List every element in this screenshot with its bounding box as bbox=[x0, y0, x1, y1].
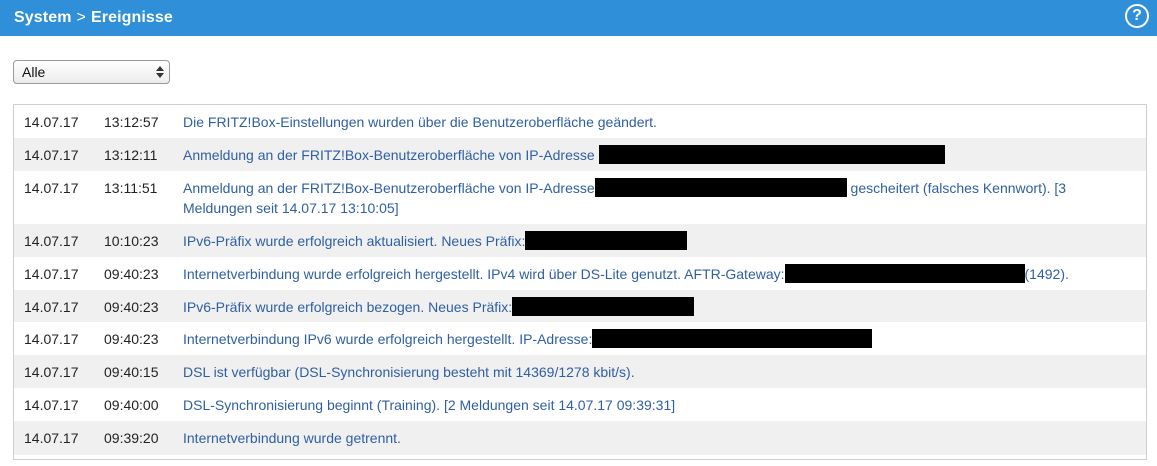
redacted-ip bbox=[598, 145, 945, 164]
event-time: 13:11:51 bbox=[104, 180, 158, 196]
event-row: 14.07.17 10:10:23 IPv6-Präfix wurde erfo… bbox=[14, 224, 1146, 257]
help-icon[interactable]: ? bbox=[1125, 4, 1149, 28]
breadcrumb-parent[interactable]: System bbox=[14, 9, 72, 26]
event-time: 13:12:11 bbox=[104, 147, 158, 163]
event-message-text: Anmeldung an der FRITZ!Box-Benutzeroberf… bbox=[183, 147, 599, 163]
redacted-prefix bbox=[512, 297, 695, 316]
event-time: 09:40:23 bbox=[104, 266, 159, 282]
event-time: 10:10:23 bbox=[104, 233, 159, 249]
event-message-text: IPv6-Präfix wurde erfolgreich bezogen. N… bbox=[183, 299, 513, 315]
event-message-text: Internetverbindung IPv6 wurde erfolgreic… bbox=[183, 331, 593, 347]
event-time: 09:40:23 bbox=[104, 331, 159, 347]
breadcrumb-separator: > bbox=[76, 9, 86, 26]
event-row: 14.07.17 13:12:11 Anmeldung an der FRITZ… bbox=[14, 138, 1146, 171]
redacted-prefix bbox=[525, 231, 688, 250]
event-row: 14.07.17 09:39:20 Internetverbindung wur… bbox=[14, 421, 1146, 455]
event-date: 14.07.17 bbox=[24, 114, 79, 130]
event-time: 13:12:57 bbox=[104, 114, 159, 130]
event-date: 14.07.17 bbox=[24, 180, 79, 196]
event-time: 09:40:23 bbox=[104, 299, 159, 315]
event-message-text: Internetverbindung wurde erfolgreich her… bbox=[183, 266, 785, 282]
top-bar: System > Ereignisse ? bbox=[0, 0, 1157, 36]
event-date: 14.07.17 bbox=[24, 299, 79, 315]
event-message[interactable]: Die FRITZ!Box-Einstellungen wurden über … bbox=[183, 112, 1146, 132]
event-date: 14.07.17 bbox=[24, 266, 79, 282]
event-message-text: (1492). bbox=[1024, 266, 1069, 282]
redacted-ip bbox=[592, 329, 873, 348]
event-row: 14.07.17 09:40:23 IPv6-Präfix wurde erfo… bbox=[14, 290, 1146, 322]
event-date: 14.07.17 bbox=[24, 233, 79, 249]
event-row: 14.07.17 09:40:00 DSL-Synchronisierung b… bbox=[14, 388, 1146, 421]
redacted-ip bbox=[594, 178, 847, 197]
event-row: 14.07.17 13:12:57 Die FRITZ!Box-Einstell… bbox=[14, 105, 1146, 138]
event-time: 09:39:20 bbox=[104, 430, 159, 446]
event-message[interactable]: Anmeldung an der FRITZ!Box-Benutzeroberf… bbox=[183, 178, 1146, 218]
event-message[interactable]: DSL ist verfügbar (DSL-Synchronisierung … bbox=[183, 362, 1146, 382]
event-log: 14.07.17 13:12:57 Die FRITZ!Box-Einstell… bbox=[13, 104, 1147, 460]
event-time: 09:40:00 bbox=[104, 397, 159, 413]
event-date: 14.07.17 bbox=[24, 331, 79, 347]
event-message-text: DSL ist verfügbar (DSL-Synchronisierung … bbox=[183, 364, 635, 380]
event-message[interactable]: Internetverbindung wurde erfolgreich her… bbox=[183, 264, 1146, 284]
event-row: 14.07.17 09:40:23 Internetverbindung IPv… bbox=[14, 322, 1146, 355]
event-message[interactable]: Internetverbindung wurde getrennt. bbox=[183, 428, 1146, 448]
event-time: 09:40:15 bbox=[104, 364, 159, 380]
breadcrumb: System > Ereignisse bbox=[14, 9, 173, 27]
filter-area: Alle bbox=[13, 60, 170, 84]
event-row: 14.07.17 13:11:51 Anmeldung an der FRITZ… bbox=[14, 171, 1146, 224]
event-message-text: Internetverbindung wurde getrennt. bbox=[183, 430, 401, 446]
event-message-text: Die FRITZ!Box-Einstellungen wurden über … bbox=[183, 114, 657, 130]
event-message-text: Anmeldung an der FRITZ!Box-Benutzeroberf… bbox=[183, 180, 595, 196]
event-date: 14.07.17 bbox=[24, 147, 79, 163]
event-message[interactable]: IPv6-Präfix wurde erfolgreich aktualisie… bbox=[183, 231, 1146, 251]
redacted-gateway bbox=[784, 264, 1025, 283]
help-icon-glyph: ? bbox=[1132, 7, 1142, 24]
event-date: 14.07.17 bbox=[24, 397, 79, 413]
event-message[interactable]: DSL-Synchronisierung beginnt (Training).… bbox=[183, 395, 1146, 415]
event-message[interactable]: IPv6-Präfix wurde erfolgreich bezogen. N… bbox=[183, 297, 1146, 317]
breadcrumb-current: Ereignisse bbox=[90, 9, 173, 26]
event-message[interactable]: Internetverbindung IPv6 wurde erfolgreic… bbox=[183, 329, 1146, 349]
event-filter-select[interactable]: Alle bbox=[13, 60, 170, 84]
event-message-text: IPv6-Präfix wurde erfolgreich aktualisie… bbox=[183, 233, 526, 249]
event-date: 14.07.17 bbox=[24, 364, 79, 380]
event-row: 14.07.17 09:40:15 DSL ist verfügbar (DSL… bbox=[14, 355, 1146, 388]
select-arrows-icon bbox=[156, 64, 164, 80]
event-date: 14.07.17 bbox=[24, 430, 79, 446]
event-message[interactable]: Anmeldung an der FRITZ!Box-Benutzeroberf… bbox=[183, 145, 1146, 165]
event-row: 14.07.17 09:40:23 Internetverbindung wur… bbox=[14, 257, 1146, 290]
event-filter-value: Alle bbox=[22, 64, 46, 80]
event-message-text: DSL-Synchronisierung beginnt (Training).… bbox=[183, 397, 676, 413]
